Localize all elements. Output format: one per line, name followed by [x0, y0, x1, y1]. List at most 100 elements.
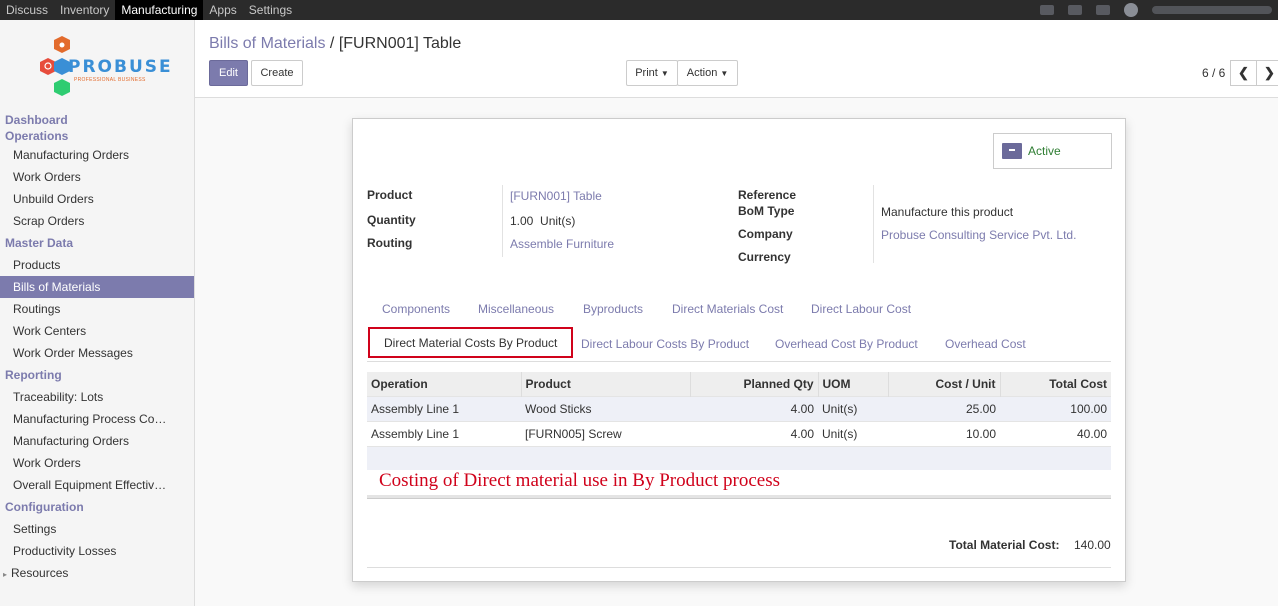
- menu-manufacturing[interactable]: Manufacturing: [115, 0, 204, 20]
- sidebar-section-configuration: Configuration: [5, 500, 84, 514]
- user-avatar[interactable]: [1124, 3, 1138, 17]
- caret-down-icon: ▼: [660, 68, 669, 78]
- field-value-product[interactable]: [FURN001] Table: [510, 189, 602, 203]
- sidebar-item-bills-of-materials[interactable]: Bills of Materials: [0, 276, 194, 298]
- tab-components[interactable]: Components: [382, 292, 450, 326]
- sidebar-item-unbuild-orders[interactable]: Unbuild Orders: [0, 188, 194, 210]
- field-value-routing[interactable]: Assemble Furniture: [510, 237, 614, 251]
- print-label: Print: [635, 67, 658, 79]
- logo-hex-green: [54, 79, 70, 96]
- sidebar-item-routings[interactable]: Routings: [0, 298, 194, 320]
- sidebar-item-manufacturing-process-costing[interactable]: Manufacturing Process Co…: [0, 408, 194, 430]
- form-sheet: Active Product [FURN001] Table Quantity …: [352, 118, 1126, 582]
- cell-planned-qty: 4.00: [690, 420, 818, 446]
- tab-miscellaneous[interactable]: Miscellaneous: [478, 292, 554, 326]
- sidebar-item-overall-equipment-effectiveness[interactable]: Overall Equipment Effectiv…: [0, 474, 194, 496]
- sidebar-nav: Dashboard Operations Manufacturing Order…: [0, 112, 194, 584]
- tab-overhead-cost-by-product[interactable]: Overhead Cost By Product: [775, 327, 918, 361]
- app-menu: Discuss Inventory Manufacturing Apps Set…: [0, 0, 298, 20]
- archive-icon: [1002, 143, 1022, 159]
- column-header-operation[interactable]: Operation: [367, 372, 521, 396]
- sidebar-item-resources[interactable]: ▸ Resources: [0, 562, 194, 584]
- cell-operation: Assembly Line 1: [367, 395, 521, 421]
- sheet-bottom-divider: [367, 567, 1111, 568]
- sidebar-item-work-order-messages[interactable]: Work Order Messages: [0, 342, 194, 364]
- pager-previous-button[interactable]: ❮: [1230, 60, 1257, 86]
- sidebar-item-scrap-orders[interactable]: Scrap Orders: [0, 210, 194, 232]
- cell-uom: Unit(s): [818, 395, 888, 421]
- sidebar-item-work-orders[interactable]: Work Orders: [0, 166, 194, 188]
- active-label: Active: [1028, 144, 1061, 158]
- create-button[interactable]: Create: [251, 60, 303, 86]
- cell-total-cost: 100.00: [1000, 395, 1111, 421]
- caret-down-icon: ▼: [720, 68, 729, 78]
- field-label-currency: Currency: [738, 250, 791, 264]
- sidebar-section-operations: Operations: [5, 129, 69, 143]
- column-header-cost-per-unit[interactable]: Cost / Unit: [887, 372, 1000, 396]
- activity-icon[interactable]: [1068, 5, 1082, 15]
- field-divider-right: [873, 185, 874, 263]
- sidebar-item-products[interactable]: Products: [0, 254, 194, 276]
- notification-icon[interactable]: [1096, 5, 1110, 15]
- systray: [1040, 0, 1272, 20]
- tab-byproducts[interactable]: Byproducts: [583, 292, 643, 326]
- sidebar-item-manufacturing-orders-report[interactable]: Manufacturing Orders: [0, 430, 194, 452]
- column-header-uom[interactable]: UOM: [817, 372, 888, 396]
- field-label-quantity: Quantity: [367, 213, 416, 227]
- pager-value[interactable]: 6 / 6: [1202, 66, 1225, 80]
- tab-direct-materials-cost[interactable]: Direct Materials Cost: [672, 292, 783, 326]
- pager-next-button[interactable]: ❯: [1256, 60, 1278, 86]
- sidebar-item-traceability-lots[interactable]: Traceability: Lots: [0, 386, 194, 408]
- sidebar: PROBUSE PROFESSIONAL BUSINESS Dashboard …: [0, 20, 195, 606]
- table-header-row: Operation Product Planned Qty UOM Cost /…: [367, 372, 1111, 396]
- sidebar-item-manufacturing-orders[interactable]: Manufacturing Orders: [0, 144, 194, 166]
- sidebar-item-productivity-losses[interactable]: Productivity Losses: [0, 540, 194, 562]
- tab-direct-labour-costs-by-product[interactable]: Direct Labour Costs By Product: [581, 327, 749, 361]
- cell-total-cost: 40.00: [1000, 420, 1111, 446]
- action-dropdown[interactable]: Action ▼: [677, 60, 738, 86]
- tab-direct-material-costs-by-product[interactable]: Direct Material Costs By Product: [368, 327, 574, 358]
- menu-settings[interactable]: Settings: [243, 0, 298, 20]
- action-label: Action: [686, 67, 718, 79]
- tab-direct-labour-cost[interactable]: Direct Labour Cost: [811, 292, 911, 326]
- breadcrumb-current: [FURN001] Table: [338, 35, 462, 52]
- sidebar-item-work-centers[interactable]: Work Centers: [0, 320, 194, 342]
- tabs-divider: [367, 361, 1111, 362]
- print-dropdown[interactable]: Print ▼: [626, 60, 678, 86]
- breadcrumb-parent[interactable]: Bills of Materials: [209, 35, 325, 52]
- empty-cell: [367, 445, 1111, 470]
- column-header-total-cost[interactable]: Total Cost: [999, 372, 1111, 396]
- menu-inventory[interactable]: Inventory: [54, 0, 115, 20]
- cell-product: Wood Sticks: [521, 395, 690, 421]
- column-header-planned-qty[interactable]: Planned Qty: [689, 372, 818, 396]
- field-label-routing: Routing: [367, 236, 413, 250]
- chat-icon[interactable]: [1040, 5, 1054, 15]
- cell-operation: Assembly Line 1: [367, 420, 521, 446]
- field-value-company[interactable]: Probuse Consulting Service Pvt. Ltd.: [881, 228, 1076, 242]
- caret-right-icon: ▸: [3, 570, 8, 579]
- menu-apps[interactable]: Apps: [203, 0, 242, 20]
- field-label-bom-type: BoM Type: [738, 204, 795, 218]
- menu-discuss[interactable]: Discuss: [0, 0, 54, 20]
- user-menu[interactable]: [1152, 6, 1272, 14]
- chevron-left-icon: ❮: [1238, 65, 1249, 80]
- tab-overhead-cost[interactable]: Overhead Cost: [945, 327, 1026, 361]
- breadcrumb: Bills of Materials / [FURN001] Table: [209, 35, 461, 53]
- sidebar-item-settings[interactable]: Settings: [0, 518, 194, 540]
- table-row[interactable]: Assembly Line 1 [FURN005] Screw 4.00 Uni…: [367, 420, 1111, 446]
- edit-button[interactable]: Edit: [209, 60, 248, 86]
- cell-product: [FURN005] Screw: [521, 420, 690, 446]
- top-navbar: Discuss Inventory Manufacturing Apps Set…: [0, 0, 1278, 20]
- active-toggle-button[interactable]: Active: [993, 133, 1112, 169]
- column-header-product[interactable]: Product: [520, 372, 690, 396]
- sidebar-section-dashboard[interactable]: Dashboard: [0, 112, 194, 128]
- notebook-tabs-row-2: Direct Material Costs By Product Direct …: [367, 327, 1111, 361]
- table-row[interactable]: Assembly Line 1 Wood Sticks 4.00 Unit(s)…: [367, 395, 1111, 421]
- field-value-bom-type[interactable]: Manufacture this product: [881, 205, 1013, 219]
- total-material-cost-label: Total Material Cost:: [949, 538, 1060, 552]
- sidebar-item-work-orders-report[interactable]: Work Orders: [0, 452, 194, 474]
- field-value-quantity[interactable]: 1.00 Unit(s): [510, 214, 575, 228]
- cell-cost-per-unit: 10.00: [888, 420, 1000, 446]
- field-label-company: Company: [738, 227, 793, 241]
- cell-planned-qty: 4.00: [690, 395, 818, 421]
